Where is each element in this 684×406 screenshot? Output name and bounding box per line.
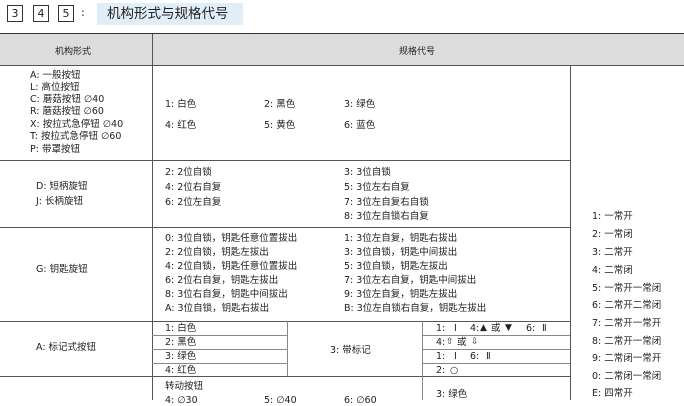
- spec-item: 2: 2位自锁，钥匙左拔出: [165, 247, 269, 258]
- size-item: 5: ∅40: [264, 395, 297, 406]
- row-sep-1: [0, 160, 570, 161]
- color-item: 4: 红色: [165, 365, 197, 376]
- title-colon: :: [81, 6, 85, 19]
- mark-code: 6:: [526, 323, 536, 334]
- color-item: 2: 黑色: [264, 99, 296, 110]
- spec-item: 8: 3位右自复，钥匙中间拔出: [165, 289, 288, 300]
- spec-item: 7: 3位左右自复，钥匙中间拔出: [344, 275, 477, 286]
- spec-item: 2: 2位自锁: [165, 167, 212, 178]
- outline-up-arrow-icon: ⇧: [446, 337, 454, 347]
- mark-or: 或: [491, 323, 501, 334]
- form-item: C: 蘑菇按钮 ∅40: [30, 94, 105, 105]
- spec-item: 3: 3位自锁: [344, 167, 391, 178]
- form-item: A: 标记式按钮: [36, 342, 97, 353]
- header-col-form: 机构形式: [55, 47, 92, 57]
- sec5-label: 转动按钮: [165, 381, 204, 392]
- contact-item: 6: 二常开二常闭: [592, 300, 662, 311]
- table-header-row: [0, 34, 684, 65]
- contact-item: 5: 一常开一常闭: [592, 283, 662, 294]
- mark-code: 6:: [470, 351, 480, 362]
- size-item: 4: ∅30: [165, 395, 198, 406]
- form-item: D: 短柄旋钮: [36, 181, 88, 192]
- spec-item: B: 3位左自锁右自复，钥匙左拔出: [344, 303, 487, 314]
- contact-item: E: 四常开: [592, 388, 633, 399]
- contact-item: 3: 二常开: [592, 247, 633, 258]
- sec4-row-line: [152, 363, 287, 364]
- mark-code: 4:: [470, 323, 480, 334]
- spec-item: 8: 3位左自锁右自复: [344, 211, 429, 222]
- contact-item: 0: 二常闭一常闭: [592, 371, 662, 382]
- size-item: 6: ∅60: [344, 395, 377, 406]
- color-item: 3: 绿色: [436, 389, 468, 400]
- table-top-border: [0, 33, 684, 34]
- color-item: 5: 黄色: [264, 120, 296, 131]
- color-item: 1: 白色: [165, 99, 197, 110]
- mark-code: 1:: [436, 323, 446, 334]
- table-header-bottom: [0, 65, 684, 66]
- col-divider-contacts: [570, 65, 571, 400]
- color-item: 6: 蓝色: [344, 120, 376, 131]
- sec4-row-line: [152, 349, 287, 350]
- sec4-row-line: [422, 335, 570, 336]
- mark-code: 4:: [436, 337, 446, 348]
- spec-item: 5: 3位自锁，钥匙左拔出: [344, 261, 448, 272]
- form-item: R: 蘑菇按钮 ∅60: [30, 106, 104, 117]
- col-divider-main: [152, 34, 153, 400]
- header-col-spec: 规格代号: [399, 47, 436, 57]
- spec-item: 0: 3位自锁，钥匙任意位置拔出: [165, 233, 298, 244]
- spec-item: 3: 3位自锁，钥匙中间拔出: [344, 247, 458, 258]
- mark-code: 1:: [436, 351, 446, 362]
- outline-down-arrow-icon: ⇩: [471, 337, 479, 347]
- double-bar-icon: Ⅱ: [542, 323, 547, 334]
- number-box-5: 5: [58, 5, 74, 22]
- contact-item: 8: 二常开一常闭: [592, 336, 662, 347]
- contact-item: 7: 二常开一常开: [592, 318, 662, 329]
- solid-down-arrow-icon: ▼: [505, 323, 512, 333]
- spec-item: 4: 2位自锁，钥匙任意位置拔出: [165, 261, 298, 272]
- page-title: 机构形式与规格代号: [107, 6, 229, 22]
- double-bar-icon: Ⅱ: [486, 351, 491, 362]
- spec-item: 4: 2位右自复: [165, 182, 222, 193]
- color-item: 3: 绿色: [344, 99, 376, 110]
- row-sep-2: [0, 227, 570, 228]
- form-item: X: 按拉式急停钮 ∅40: [30, 119, 124, 130]
- row-sep-4: [0, 376, 570, 377]
- bar-icon: Ⅰ: [454, 351, 457, 362]
- sec4-row-line: [152, 335, 287, 336]
- sec4-divider: [287, 321, 288, 376]
- color-item: 2: 黑色: [165, 337, 197, 348]
- contact-item: 4: 二常闭: [592, 265, 633, 276]
- spec-item: 6: 2位左自复: [165, 197, 222, 208]
- spec-item: 6: 2位右自复，钥匙左拔出: [165, 275, 279, 286]
- sec4-divider: [422, 321, 423, 400]
- mark-or: 或: [457, 337, 467, 348]
- row-sep-3: [0, 321, 570, 322]
- contact-item: 2: 一常闭: [592, 229, 633, 240]
- solid-up-arrow-icon: ▲: [480, 323, 487, 333]
- spec-item: 9: 3位左自复，钥匙左拔出: [344, 289, 458, 300]
- color-item: 3: 绿色: [165, 351, 197, 362]
- color-item: 1: 白色: [165, 323, 197, 334]
- sec4-row-line: [422, 349, 570, 350]
- form-item: A: 一般按钮: [30, 70, 81, 81]
- form-item: L: 高位按钮: [30, 82, 80, 93]
- form-item: J: 长柄旋钮: [36, 196, 84, 207]
- spec-item: 7: 3位左自复右自锁: [344, 197, 429, 208]
- color-item: 4: 红色: [165, 120, 197, 131]
- contact-item: 9: 二常闭一常开: [592, 353, 662, 364]
- form-item: P: 带罩按钮: [30, 144, 80, 155]
- mark-label: 3: 带标记: [330, 345, 371, 356]
- spec-item: A: 3位自锁，钥匙右拔出: [165, 303, 270, 314]
- mark-code: 2:: [436, 365, 446, 376]
- number-box-4: 4: [33, 5, 49, 22]
- number-box-3: 3: [7, 5, 23, 22]
- spec-item: 5: 3位左右自复: [344, 182, 410, 193]
- contact-item: 1: 一常开: [592, 211, 633, 222]
- bar-icon: Ⅰ: [454, 323, 457, 334]
- form-item: G: 钥匙旋钮: [36, 264, 88, 275]
- circle-icon: ○: [450, 365, 459, 376]
- sec4-row-line: [422, 363, 570, 364]
- spec-item: 1: 3位左自复，钥匙右拔出: [344, 233, 458, 244]
- form-item: T: 按拉式急停钮 ∅60: [30, 131, 122, 142]
